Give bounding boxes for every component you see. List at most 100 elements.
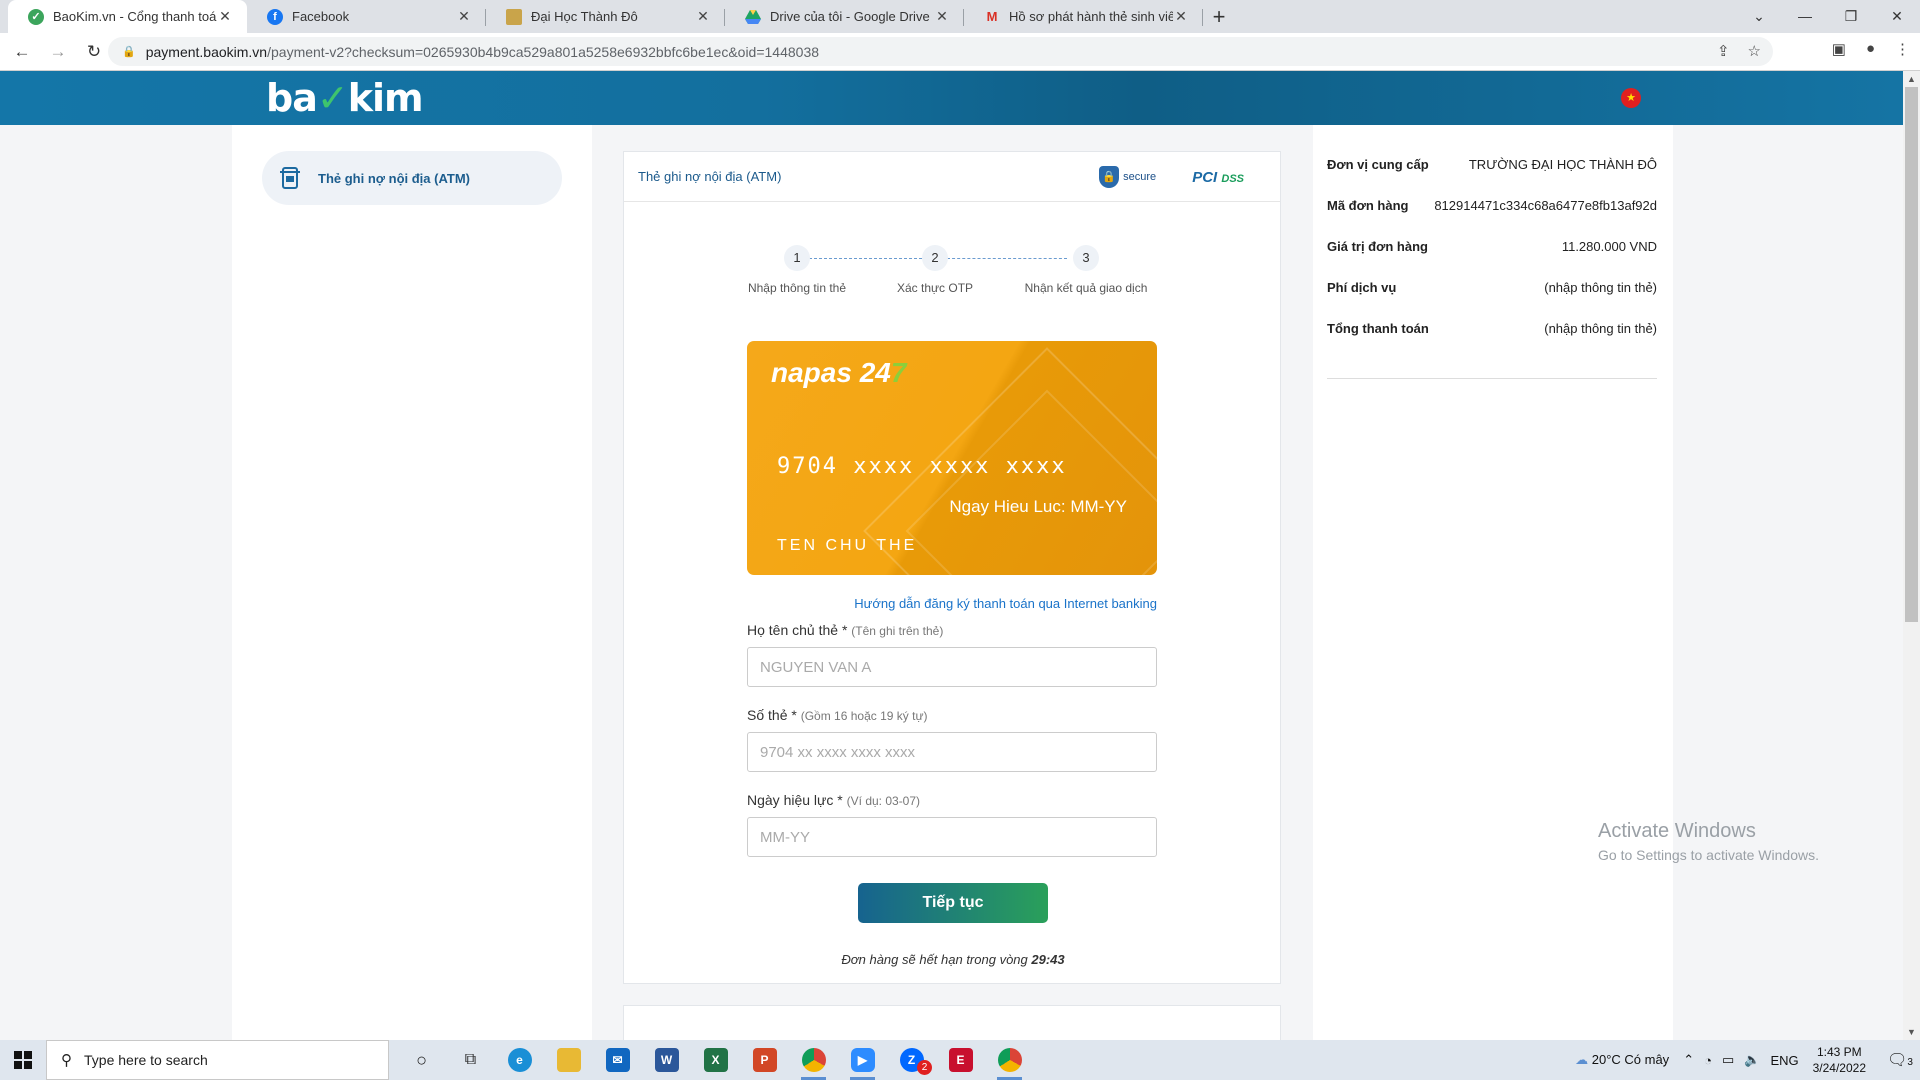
minimize-button[interactable]: — — [1782, 0, 1828, 32]
chrome-icon[interactable] — [789, 1040, 838, 1080]
e-app-icon[interactable]: E — [936, 1040, 985, 1080]
summary-row: Đơn vị cung cấp TRƯỜNG ĐẠI HỌC THÀNH ĐÔ — [1327, 157, 1657, 198]
tray-chevron-icon[interactable]: ⌃ — [1683, 1052, 1694, 1068]
method-atm[interactable]: Thẻ ghi nợ nội địa (ATM) — [262, 151, 562, 205]
close-tab-icon[interactable]: ✕ — [217, 8, 233, 25]
close-tab-icon[interactable]: ✕ — [695, 8, 711, 25]
powerpoint-icon[interactable]: P — [740, 1040, 789, 1080]
forward-button[interactable]: → — [44, 38, 72, 66]
clock-date: 3/24/2022 — [1812, 1061, 1866, 1075]
taskbar-search-box[interactable]: ⚲ Type here to search — [46, 1040, 389, 1080]
excel-icon[interactable]: X — [691, 1040, 740, 1080]
holder-name-field: Họ tên chủ thẻ * (Tên ghi trên thẻ) NGUY… — [747, 622, 1157, 687]
language-indicator[interactable]: ENG — [1770, 1053, 1798, 1068]
tab-search-icon[interactable]: ⌄ — [1736, 0, 1782, 32]
logo-part: kim — [347, 76, 424, 120]
progress-steps: 1 Nhập thông tin thẻ 2 Xác thực OTP 3 Nh… — [624, 245, 1282, 305]
site-header: ba✓kim ★ — [0, 71, 1903, 125]
field-hint: (Ví dụ: 03-07) — [846, 794, 921, 808]
network-icon[interactable]: ▭ — [1722, 1052, 1734, 1068]
summary-value: (nhập thông tin thẻ) — [1544, 280, 1657, 295]
mail-icon[interactable]: ✉ — [593, 1040, 642, 1080]
zoom-icon[interactable]: ▶ — [838, 1040, 887, 1080]
activate-windows-watermark: Activate Windows Go to Settings to activ… — [1598, 820, 1819, 863]
field-label: Họ tên chủ thẻ * (Tên ghi trên thẻ) — [747, 622, 1157, 638]
volume-icon[interactable]: 🔈 — [1744, 1052, 1760, 1068]
notification-count: 3 — [1907, 1057, 1913, 1068]
summary-key: Đơn vị cung cấp — [1327, 157, 1429, 172]
logo-check-icon: ✓ — [316, 76, 349, 120]
address-bar[interactable]: 🔒 payment.baokim.vn/payment-v2?checksum=… — [108, 37, 1773, 66]
search-icon: ⚲ — [61, 1052, 72, 1069]
scrollbar-thumb[interactable] — [1905, 87, 1918, 622]
clock-time: 1:43 PM — [1816, 1045, 1862, 1059]
field-hint: (Tên ghi trên thẻ) — [851, 624, 944, 638]
bookmark-star-icon[interactable]: ☆ — [1748, 42, 1761, 60]
order-expiry-notice: Đơn hàng sẽ hết hạn trong vòng 29:43 — [624, 952, 1282, 967]
windows-start-icon[interactable] — [0, 1040, 46, 1080]
search-placeholder: Type here to search — [84, 1052, 208, 1068]
field-label-text: Họ tên chủ thẻ * — [747, 622, 848, 638]
field-label-text: Số thẻ * — [747, 707, 797, 723]
task-view-icon[interactable]: ⧉ — [446, 1040, 495, 1080]
url-domain: payment.baokim.vn — [145, 43, 268, 60]
weather-widget[interactable]: ☁ 20°C Có mây — [1575, 1052, 1669, 1068]
card-title: Thẻ ghi nợ nội địa (ATM) — [638, 169, 782, 184]
napas-seven: 7 — [890, 357, 907, 388]
windows-taskbar: ⚲ Type here to search ○ ⧉ e ✉ W X P ▶ Z2… — [0, 1040, 1920, 1080]
tab-facebook[interactable]: f Facebook ✕ — [247, 0, 486, 33]
cloud-icon: ☁ — [1575, 1052, 1589, 1067]
tab-gmail[interactable]: M Hồ sơ phát hành thẻ sinh viên liê ✕ — [964, 0, 1203, 33]
vietnam-flag-icon[interactable]: ★ — [1621, 88, 1641, 108]
lock-icon[interactable]: 🔒 — [122, 45, 136, 58]
scroll-up-arrow-icon[interactable]: ▲ — [1903, 71, 1920, 87]
page-scrollbar[interactable]: ▲ ▼ — [1903, 71, 1920, 1040]
zalo-badge: 2 — [917, 1060, 932, 1075]
internet-banking-guide-link[interactable]: Hướng dẫn đăng ký thanh toán qua Interne… — [854, 596, 1157, 611]
share-icon[interactable]: ⇪ — [1717, 42, 1730, 60]
cortana-icon[interactable]: ○ — [397, 1040, 446, 1080]
payment-methods-panel: Thẻ ghi nợ nội địa (ATM) — [232, 125, 592, 1040]
word-icon[interactable]: W — [642, 1040, 691, 1080]
browser-toolbar: ← → ↻ 🔒 payment.baokim.vn/payment-v2?che… — [0, 33, 1920, 71]
close-tab-icon[interactable]: ✕ — [456, 8, 472, 25]
profile-icon[interactable]: ● — [1866, 40, 1875, 58]
baokim-logo[interactable]: ba✓kim — [266, 76, 424, 120]
step-2: 2 Xác thực OTP — [865, 245, 1005, 295]
edge-icon[interactable]: e — [495, 1040, 544, 1080]
side-panel-icon[interactable]: ▣ — [1832, 40, 1846, 58]
back-button[interactable]: ← — [8, 38, 36, 66]
clock[interactable]: 1:43 PM 3/24/2022 — [1813, 1044, 1866, 1076]
continue-button[interactable]: Tiếp tục — [858, 883, 1048, 923]
close-window-button[interactable]: ✕ — [1874, 0, 1920, 32]
summary-row: Tổng thanh toán (nhập thông tin thẻ) — [1327, 321, 1657, 362]
summary-key: Phí dịch vụ — [1327, 280, 1397, 295]
tab-google-drive[interactable]: Drive của tôi - Google Drive ✕ — [725, 0, 964, 33]
badge-pci-text: PCI — [1192, 168, 1218, 186]
close-tab-icon[interactable]: ✕ — [1173, 8, 1189, 25]
restore-button[interactable]: ❐ — [1828, 0, 1874, 32]
close-tab-icon[interactable]: ✕ — [934, 8, 950, 25]
file-explorer-icon[interactable] — [544, 1040, 593, 1080]
scroll-down-arrow-icon[interactable]: ▼ — [1903, 1024, 1920, 1040]
expiry-date-input[interactable]: MM-YY — [747, 817, 1157, 857]
reload-button[interactable]: ↻ — [80, 38, 108, 66]
summary-row: Phí dịch vụ (nhập thông tin thẻ) — [1327, 280, 1657, 321]
card-header: Thẻ ghi nợ nội địa (ATM) 🔒 secure PCI DSS — [624, 152, 1280, 202]
card-number-preview: 9704 xxxx xxxx xxxx — [777, 454, 1067, 479]
shield-lock-icon: 🔒 — [1099, 166, 1120, 188]
tab-baokim[interactable]: ✓ BaoKim.vn - Cổng thanh toán trự ✕ — [8, 0, 247, 33]
chrome-profile-icon[interactable] — [985, 1040, 1034, 1080]
menu-kebab-icon[interactable]: ⋮ — [1895, 40, 1910, 58]
notification-center-icon[interactable]: 🗨3 — [1880, 1050, 1920, 1070]
step-number: 3 — [1073, 245, 1099, 271]
school-icon — [506, 8, 522, 25]
new-tab-button[interactable]: + — [1203, 0, 1235, 33]
tab-title: Drive của tôi - Google Drive — [770, 9, 930, 24]
zalo-icon[interactable]: Z2 — [887, 1040, 936, 1080]
field-label: Số thẻ * (Gồm 16 hoặc 19 ký tự) — [747, 707, 1157, 723]
holder-name-input[interactable]: NGUYEN VAN A — [747, 647, 1157, 687]
tab-dai-hoc-thanh-do[interactable]: Đại Học Thành Đô ✕ — [486, 0, 725, 33]
card-number-input[interactable]: 9704 xx xxxx xxxx xxxx — [747, 732, 1157, 772]
meet-icon[interactable]: ◔ — [1704, 1053, 1712, 1068]
